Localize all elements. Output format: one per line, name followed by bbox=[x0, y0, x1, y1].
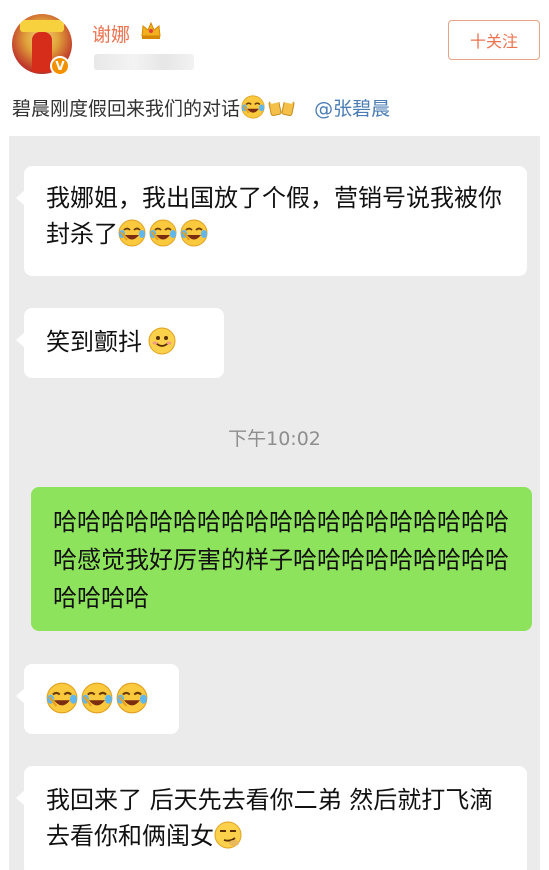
message-text: 我回来了 后天先去看你二弟 然后就打飞滴去看你和俩闺女 bbox=[46, 786, 494, 850]
crying-laugh-emoji-icon bbox=[81, 682, 113, 714]
post-header: V 谢娜 十关注 bbox=[0, 0, 549, 90]
avatar-banner bbox=[20, 20, 64, 32]
crying-laugh-emoji-icon bbox=[116, 682, 148, 714]
crying-laugh-emoji-icon bbox=[118, 219, 146, 247]
crying-laugh-emoji-icon bbox=[180, 219, 208, 247]
cheers-icon bbox=[268, 98, 295, 117]
avatar-figure bbox=[32, 32, 52, 72]
caption-text: 碧晨刚度假回来我们的对话 bbox=[12, 98, 241, 120]
message-bubble-incoming: 我娜姐，我出国放了个假，营销号说我被你封杀了 bbox=[16, 166, 527, 276]
bubble-tail bbox=[16, 688, 25, 704]
post-caption: 碧晨刚度假回来我们的对话 @张碧晨 bbox=[12, 94, 390, 121]
message-bubble-incoming: 笑到颤抖 bbox=[16, 308, 224, 378]
bubble-tail bbox=[16, 332, 25, 348]
verified-badge-icon: V bbox=[50, 56, 70, 76]
mention-link[interactable]: @张碧晨 bbox=[314, 98, 390, 120]
chat-screenshot: 我娜姐，我出国放了个假，营销号说我被你封杀了 笑到颤抖 下午10:02 哈哈哈哈… bbox=[9, 136, 540, 870]
message-text: 我娜姐，我出国放了个假，营销号说我被你封杀了 bbox=[46, 184, 502, 248]
chat-timestamp: 下午10:02 bbox=[228, 428, 321, 450]
bubble-tail bbox=[16, 790, 25, 806]
follow-button[interactable]: 十关注 bbox=[448, 20, 540, 60]
blurred-post-meta bbox=[94, 54, 194, 70]
smile-emoji-icon bbox=[148, 327, 176, 355]
message-text: 哈哈哈哈哈哈哈哈哈哈哈哈哈哈哈哈哈哈哈哈感觉我好厉害的样子哈哈哈哈哈哈哈哈哈哈哈… bbox=[53, 508, 509, 612]
message-text: 笑到颤抖 bbox=[46, 328, 142, 356]
smirk-emoji-icon bbox=[214, 821, 242, 849]
laugh-tears-icon bbox=[241, 95, 266, 119]
message-bubble-incoming bbox=[16, 664, 179, 734]
crying-laugh-emoji-icon bbox=[46, 682, 78, 714]
crying-laugh-emoji-icon bbox=[149, 219, 177, 247]
crown-icon bbox=[141, 21, 161, 39]
message-bubble-incoming: 我回来了 后天先去看你二弟 然后就打飞滴去看你和俩闺女 bbox=[16, 766, 527, 870]
bubble-tail bbox=[16, 190, 25, 206]
username[interactable]: 谢娜 bbox=[92, 20, 130, 47]
message-bubble-outgoing: 哈哈哈哈哈哈哈哈哈哈哈哈哈哈哈哈哈哈哈哈感觉我好厉害的样子哈哈哈哈哈哈哈哈哈哈哈… bbox=[31, 487, 532, 631]
